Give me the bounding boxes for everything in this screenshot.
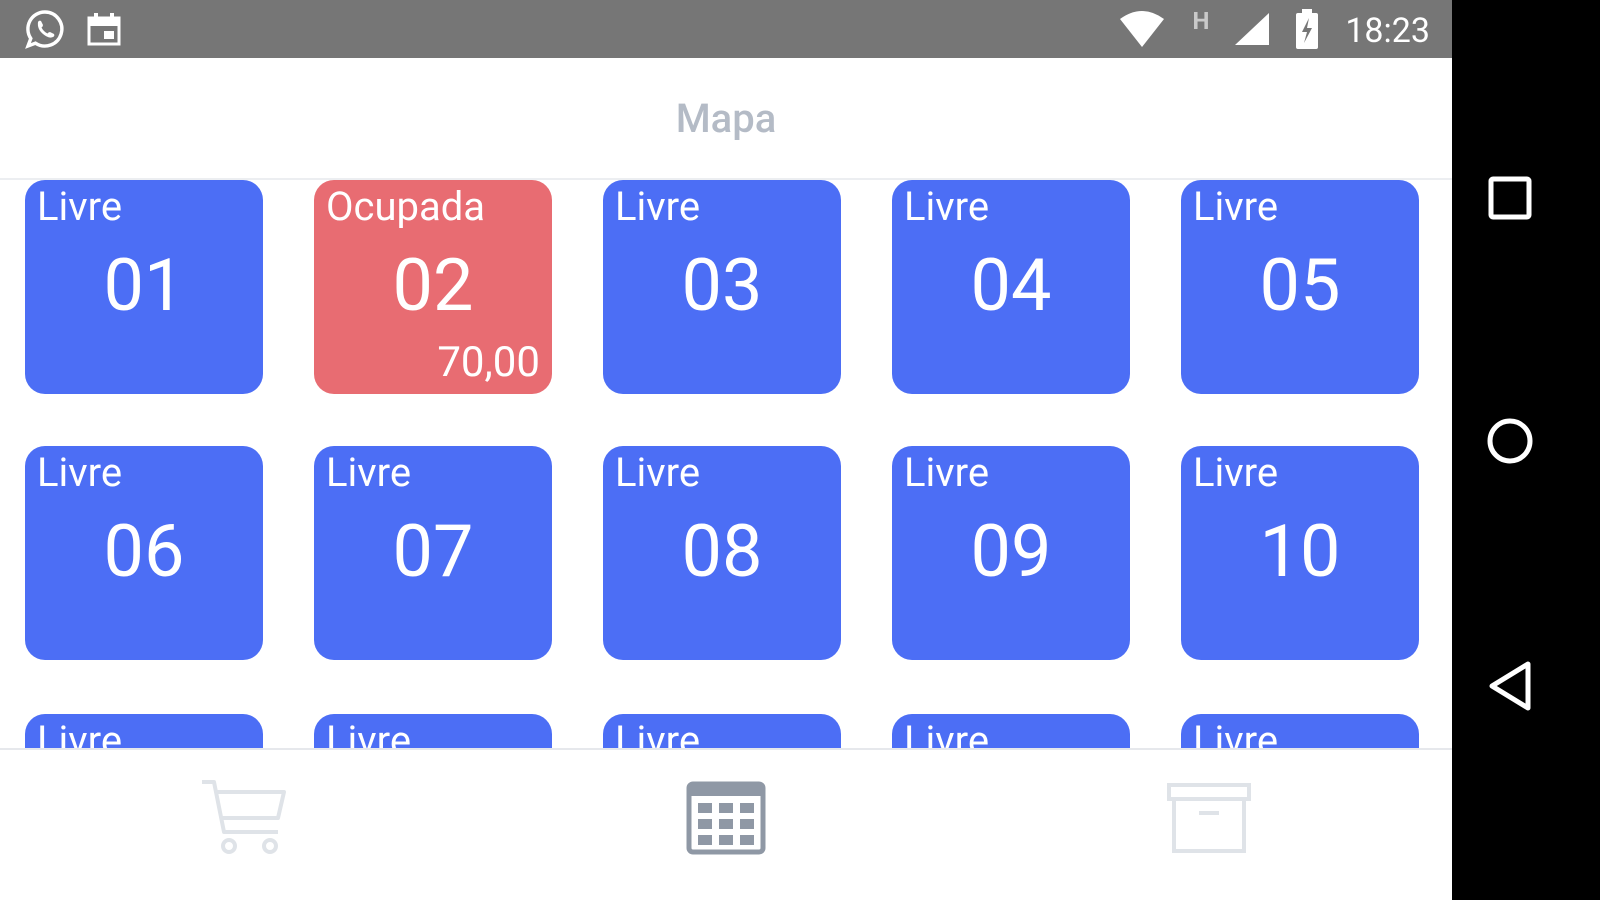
table-tile[interactable]: Livre 08 [603, 446, 841, 660]
status-bar: H 18:23 [0, 0, 1452, 58]
table-number: 06 [103, 509, 185, 594]
table-status: Livre [904, 183, 990, 230]
table-status: Livre [1193, 717, 1279, 749]
table-tile[interactable]: Livre [892, 714, 1130, 748]
table-number: 09 [970, 509, 1052, 594]
table-tile[interactable]: Livre [603, 714, 841, 748]
status-time: 18:23 [1345, 11, 1430, 51]
table-status: Livre [326, 717, 412, 749]
table-status: Livre [37, 183, 123, 230]
table-tile[interactable]: Livre 09 [892, 446, 1130, 660]
table-status: Livre [615, 717, 701, 749]
page-title: Mapa [675, 94, 777, 142]
table-status: Livre [615, 183, 701, 230]
back-button[interactable] [1452, 646, 1568, 726]
android-navigation-bar [1452, 0, 1600, 900]
bottom-navigation [0, 748, 1452, 900]
table-tile[interactable]: Livre 03 [603, 180, 841, 394]
calendar-icon [84, 0, 124, 58]
table-grid: Livre 01 Ocupada 02 70,00 Livre 03 Livre 04 Livre… [0, 180, 1452, 748]
wifi-icon [1118, 0, 1166, 58]
table-number: 03 [681, 243, 763, 328]
network-h-icon: H [1188, 0, 1214, 50]
table-amount: 70,00 [437, 338, 540, 387]
table-tile[interactable]: Livre [1181, 714, 1419, 748]
signal-icon [1232, 0, 1272, 58]
archive-icon [1167, 783, 1251, 853]
nav-archive-button[interactable] [1164, 776, 1254, 860]
page-header: Mapa [0, 58, 1452, 180]
table-status: Livre [1193, 183, 1279, 230]
back-icon [1489, 661, 1531, 711]
table-tile[interactable]: Livre 04 [892, 180, 1130, 394]
table-number: 04 [970, 243, 1052, 328]
table-map-icon [686, 781, 766, 855]
recents-icon [1488, 176, 1532, 220]
table-status: Livre [904, 717, 990, 749]
table-tile[interactable]: Livre [25, 714, 263, 748]
table-number: 05 [1259, 243, 1341, 328]
table-status: Livre [326, 449, 412, 496]
home-button[interactable] [1452, 401, 1568, 481]
table-tile[interactable]: Livre 06 [25, 446, 263, 660]
table-status: Livre [1193, 449, 1279, 496]
network-h-label: H [1192, 7, 1210, 35]
app-screen: H 18:23 Mapa Livre 01 Ocupada 02 70,00 Livre 0… [0, 0, 1452, 900]
battery-charging-icon [1292, 0, 1322, 58]
table-status: Livre [37, 449, 123, 496]
table-number: 08 [681, 509, 763, 594]
table-status: Livre [37, 717, 123, 749]
nav-map-button[interactable] [684, 776, 768, 860]
table-number: 10 [1259, 509, 1341, 594]
table-tile[interactable]: Livre 05 [1181, 180, 1419, 394]
table-status: Ocupada [326, 183, 486, 230]
table-number: 07 [392, 509, 474, 594]
table-status: Livre [615, 449, 701, 496]
table-tile[interactable]: Ocupada 02 70,00 [314, 180, 552, 394]
home-icon [1487, 418, 1533, 464]
table-tile[interactable]: Livre 10 [1181, 446, 1419, 660]
cart-icon [202, 780, 286, 854]
nav-cart-button[interactable] [196, 776, 292, 860]
table-status: Livre [904, 449, 990, 496]
table-tile[interactable]: Livre 01 [25, 180, 263, 394]
table-number: 02 [392, 243, 474, 328]
recents-button[interactable] [1452, 158, 1568, 238]
table-tile[interactable]: Livre [314, 714, 552, 748]
table-number: 01 [103, 243, 185, 328]
whatsapp-icon [22, 0, 68, 58]
table-tile[interactable]: Livre 07 [314, 446, 552, 660]
